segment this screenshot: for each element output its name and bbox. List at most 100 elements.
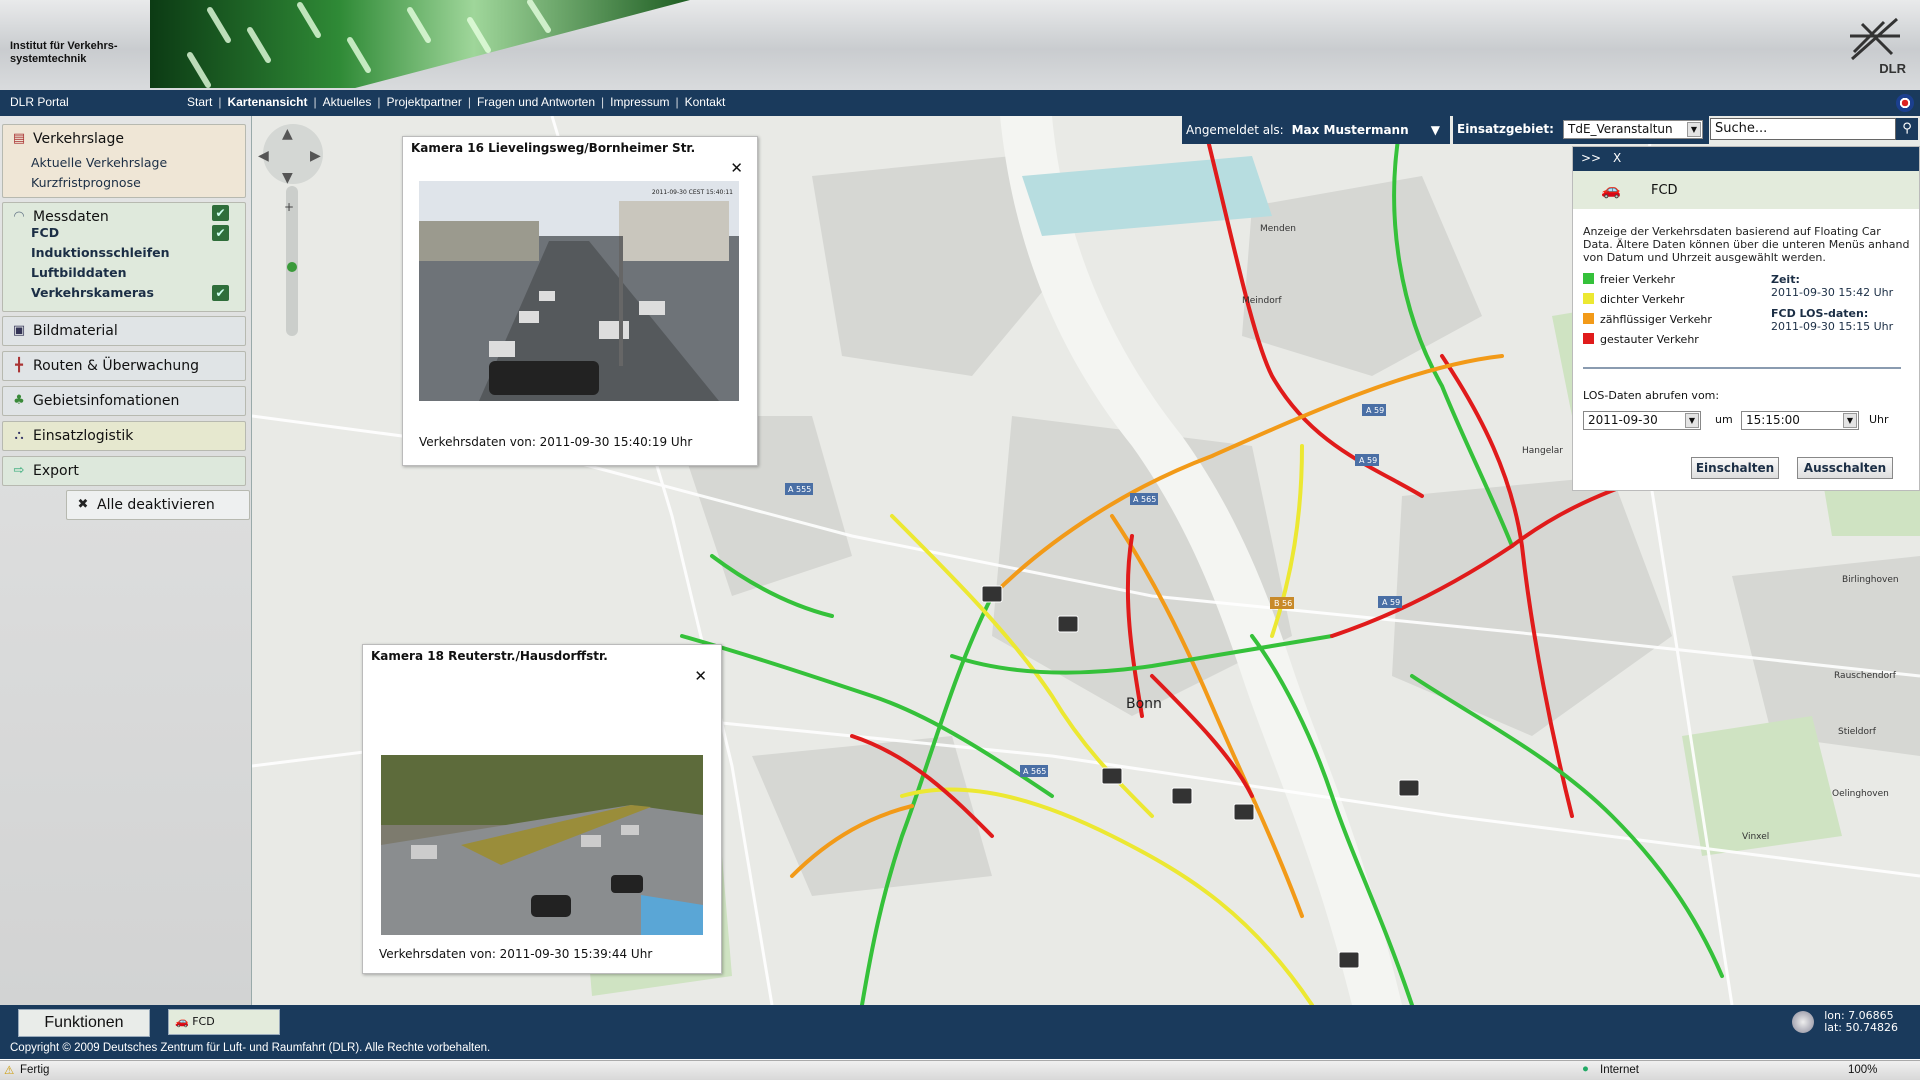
- city-label-bonn: Bonn: [1126, 696, 1162, 712]
- close-icon[interactable]: ✕: [694, 667, 707, 685]
- copyright: Copyright © 2009 Deutsches Zentrum für L…: [0, 1039, 1920, 1059]
- institute-name: Institut für Verkehrs- systemtechnik: [10, 40, 140, 66]
- close-icon[interactable]: ✕: [730, 159, 743, 177]
- svg-text:A 59: A 59: [1359, 456, 1377, 465]
- einsatzgebiet-select[interactable]: TdE_Veranstaltun ▼: [1563, 120, 1703, 139]
- car-icon: 🚗: [175, 1015, 189, 1028]
- panel-gebietsinfo[interactable]: ♣ Gebietsinfomationen: [2, 386, 246, 416]
- search-input[interactable]: Suche...: [1710, 118, 1896, 140]
- coordinates-display: lon: 7.06865 lat: 50.74826: [1824, 1010, 1898, 1034]
- bildmaterial-title: Bildmaterial: [33, 323, 118, 339]
- fcd-close-button[interactable]: X: [1613, 151, 1621, 165]
- zeit-value: 2011-09-30 15:42 Uhr: [1771, 286, 1894, 299]
- close-icon: ✖: [77, 497, 89, 512]
- fetch-label: LOS-Daten abrufen vom:: [1583, 389, 1720, 402]
- map-zoom-control[interactable]: ▲ ▼ ◀ ▶ +: [258, 124, 323, 336]
- verkehrskameras-checkbox[interactable]: ✔: [212, 285, 229, 301]
- camera-18-image: [381, 695, 703, 935]
- camera-16-caption: Verkehrsdaten von: 2011-09-30 15:40:19 U…: [419, 435, 693, 449]
- sidebar-item-induktionsschleifen[interactable]: Induktionsschleifen: [3, 243, 245, 263]
- internet-zone: Internet: [1600, 1064, 1639, 1076]
- nav-faq[interactable]: Fragen und Antworten: [477, 95, 595, 109]
- verkehrslage-title: Verkehrslage: [33, 131, 124, 147]
- panel-routen[interactable]: ╋ Routen & Überwachung: [2, 351, 246, 381]
- sidebar-item-luftbilddaten[interactable]: Luftbilddaten: [3, 263, 245, 283]
- fcd-taskbar-tab[interactable]: 🚗 FCD: [168, 1009, 280, 1035]
- dlr-emblem-icon: [1850, 17, 1900, 61]
- verkehrslage-header[interactable]: ▤ Verkehrslage: [3, 125, 245, 153]
- los-label: FCD LOS-daten:: [1771, 307, 1869, 320]
- car-icon: 🚗: [1601, 180, 1621, 199]
- fcd-checkbox[interactable]: ✔: [212, 225, 229, 241]
- svg-text:▼: ▼: [282, 170, 293, 186]
- svg-text:◀: ◀: [258, 148, 269, 164]
- verkehrskameras-label: Verkehrskameras: [31, 285, 154, 300]
- camera-popup-18: Kamera 18 Reuterstr./Hausdorffstr. ✕ Ver…: [362, 644, 722, 974]
- nav-start[interactable]: Start: [187, 95, 212, 109]
- camera-icon: ▣: [12, 323, 26, 338]
- place-hangelar: Hangelar: [1522, 446, 1563, 456]
- legend-slow: zähflüssiger Verkehr: [1583, 313, 1712, 326]
- nav-projektpartner[interactable]: Projektpartner: [386, 95, 461, 109]
- panel-bildmaterial[interactable]: ▣ Bildmaterial: [2, 316, 246, 346]
- sidebar: ▤ Verkehrslage Aktuelle Verkehrslage Kurz…: [0, 116, 252, 1005]
- panel-einsatzlogistik[interactable]: ⛬ Einsatzlogistik: [2, 421, 246, 451]
- fcd-divider: [1583, 367, 1901, 369]
- svg-text:A 565: A 565: [1133, 495, 1156, 504]
- fcd-time-info: Zeit: 2011-09-30 15:42 Uhr FCD LOS-daten…: [1771, 273, 1893, 333]
- um-label: um: [1715, 413, 1733, 426]
- status-text: Fertig: [20, 1064, 50, 1076]
- area-icon: ♣: [13, 393, 25, 408]
- nav-aktuelles[interactable]: Aktuelles: [323, 95, 372, 109]
- einsatzgebiet-label: Einsatzgebiet:: [1457, 122, 1554, 136]
- nav-kartenansicht[interactable]: Kartenansicht: [227, 95, 307, 109]
- place-birlinghoven: Birlinghoven: [1842, 575, 1899, 585]
- uhr-label: Uhr: [1869, 413, 1889, 426]
- los-date-select[interactable]: 2011-09-30 ▼: [1583, 411, 1701, 430]
- camera-16-timestamp: 2011-09-30 CEST 15:40:11: [651, 189, 733, 196]
- fcd-collapse-button[interactable]: >>: [1581, 151, 1601, 165]
- fcd-tab-label: FCD: [192, 1015, 215, 1028]
- internet-zone-icon: ●: [1582, 1063, 1589, 1075]
- nav-kontakt[interactable]: Kontakt: [685, 95, 726, 109]
- fcd-title: FCD: [1651, 183, 1678, 198]
- fcd-description: Anzeige der Verkehrsdaten basierend auf …: [1583, 225, 1910, 264]
- sidebar-item-fcd[interactable]: FCD ✔: [3, 223, 245, 243]
- fcd-panel-topbar: >> X: [1573, 147, 1919, 171]
- nav-portal-link[interactable]: DLR Portal: [10, 95, 69, 109]
- chevron-down-icon: ▼: [1687, 122, 1701, 137]
- einschalten-button[interactable]: Einschalten: [1691, 457, 1779, 479]
- panel-messdaten: ◠ Messdaten ✔ FCD ✔ Induktionsschleifen Luf…: [2, 202, 246, 312]
- fcd-label: FCD: [31, 225, 60, 240]
- taskbar: Funktionen 🚗 FCD lon: 7.06865 lat: 50.74…: [0, 1005, 1920, 1039]
- los-time-select[interactable]: 15:15:00 ▼: [1741, 411, 1859, 430]
- search-icon[interactable]: ⚲: [1896, 118, 1918, 140]
- traffic-map-icon: ▤: [12, 131, 26, 146]
- place-meindorf: Meindorf: [1242, 296, 1282, 306]
- dlr-logo-text: DLR: [1879, 61, 1906, 76]
- chevron-down-icon[interactable]: ▼: [1431, 123, 1440, 137]
- zoom-level[interactable]: 100%: [1848, 1064, 1877, 1076]
- funktionen-button[interactable]: Funktionen: [18, 1009, 150, 1037]
- login-bar[interactable]: Angemeldet als: Max Mustermann ▼: [1182, 116, 1450, 144]
- ausschalten-button[interactable]: Ausschalten: [1797, 457, 1893, 479]
- sidebar-item-kurzfristprognose[interactable]: Kurzfristprognose: [3, 173, 245, 193]
- camera-popup-16: Kamera 16 Lievelingsweg/Bornheimer Str. …: [402, 136, 758, 466]
- language-flag-icon[interactable]: [1896, 94, 1914, 112]
- gebietsinfo-title: Gebietsinfomationen: [33, 393, 180, 409]
- svg-text:B 56: B 56: [1274, 599, 1292, 608]
- messdaten-checkbox[interactable]: ✔: [212, 205, 229, 221]
- fcd-panel: >> X 🚗 FCD Anzeige der Verkehrsdaten bas…: [1572, 146, 1920, 491]
- sidebar-item-aktuelle-verkehrslage[interactable]: Aktuelle Verkehrslage: [3, 153, 245, 173]
- fcd-panel-header: 🚗 FCD: [1573, 171, 1919, 209]
- panel-export[interactable]: ⇨ Export: [2, 456, 246, 486]
- camera-18-caption: Verkehrsdaten von: 2011-09-30 15:39:44 U…: [379, 947, 653, 961]
- einsatzgebiet-bar: Einsatzgebiet: TdE_Veranstaltun ▼: [1453, 116, 1709, 144]
- deactivate-label: Alle deaktivieren: [97, 497, 215, 513]
- lat-value: lat: 50.74826: [1824, 1021, 1898, 1034]
- dlr-logo[interactable]: DLR: [1842, 14, 1908, 76]
- los-time-value: 15:15:00: [1746, 413, 1800, 427]
- nav-impressum[interactable]: Impressum: [610, 95, 669, 109]
- sidebar-item-verkehrskameras[interactable]: Verkehrskameras ✔: [3, 283, 245, 303]
- deactivate-all-button[interactable]: ✖ Alle deaktivieren: [66, 490, 250, 520]
